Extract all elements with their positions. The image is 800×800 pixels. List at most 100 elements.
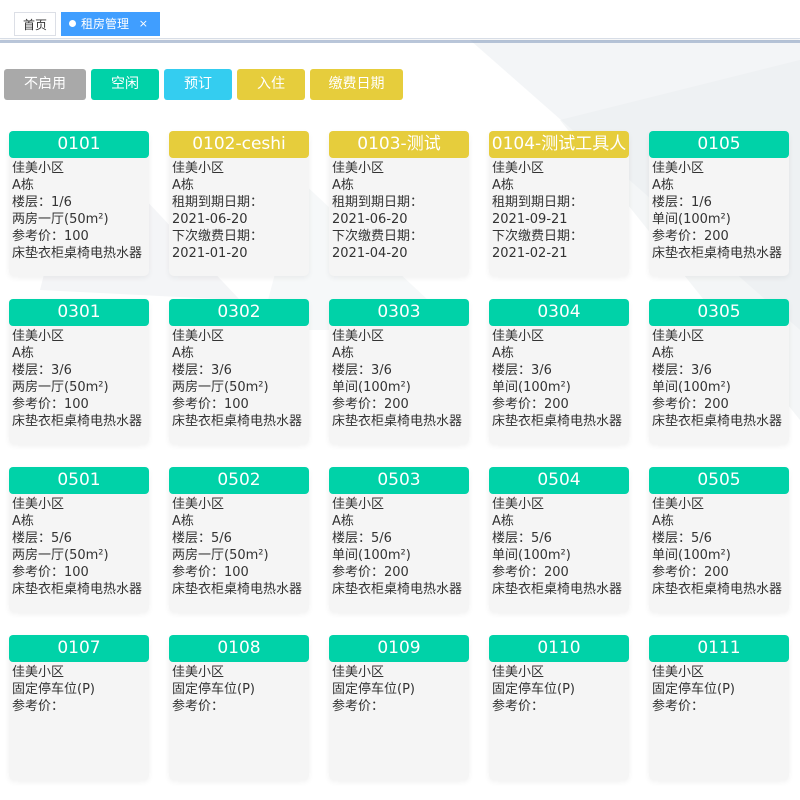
room-card-detail-line: 楼层：5/6 — [172, 531, 232, 546]
room-card-detail-line: 参考价： — [492, 699, 545, 714]
room-card[interactable]: 0502 佳美小区 A栋 楼层：5/6 两房一厅(50m²) 参考价：100 床垫衣柜桌椅电… — [169, 467, 309, 612]
room-card-detail-line: 床垫衣柜桌椅电热水器 — [12, 582, 143, 597]
room-card[interactable]: 0503 佳美小区 A栋 楼层：5/6 单间(100m²) 参考价：200 床垫衣柜桌椅电热… — [329, 467, 469, 612]
room-card-title[interactable]: 0110 — [489, 635, 629, 662]
room-card-detail-line: A栋 — [172, 346, 194, 361]
room-card-detail-line: 佳美小区 — [332, 497, 385, 512]
room-card-details: 佳美小区 固定停车位(P) 参考价： — [12, 664, 192, 715]
room-card-title[interactable]: 0101 — [9, 131, 149, 158]
room-card-detail-line: 佳美小区 — [172, 329, 225, 344]
room-card-detail-line: 床垫衣柜桌椅电热水器 — [172, 414, 303, 429]
close-icon[interactable]: × — [139, 12, 148, 36]
room-card-details: 佳美小区 A栋 楼层：1/6 两房一厅(50m²) 参考价：100 床垫衣柜桌椅电热水器 — [12, 160, 192, 262]
room-card-title[interactable]: 0305 — [649, 299, 789, 326]
room-card-title[interactable]: 0304 — [489, 299, 629, 326]
room-card-title[interactable]: 0301 — [9, 299, 149, 326]
room-card[interactable]: 0303 佳美小区 A栋 楼层：3/6 单间(100m²) 参考价：200 床垫衣柜桌椅电热… — [329, 299, 469, 444]
room-card-detail-line: 床垫衣柜桌椅电热水器 — [332, 414, 463, 429]
room-card-detail-line: 2021-06-20 — [172, 212, 248, 227]
room-card-detail-line: 2021-01-20 — [172, 246, 248, 261]
room-card-detail-line: 佳美小区 — [12, 329, 65, 344]
room-card-detail-line: A栋 — [332, 514, 354, 529]
room-card-detail-line: 床垫衣柜桌椅电热水器 — [652, 246, 783, 261]
room-card-details: 佳美小区 固定停车位(P) 参考价： — [652, 664, 800, 715]
room-card-detail-line: A栋 — [652, 346, 674, 361]
room-card-title[interactable]: 0504 — [489, 467, 629, 494]
room-card-detail-line: 床垫衣柜桌椅电热水器 — [652, 582, 783, 597]
room-card-details: 佳美小区 A栋 楼层：3/6 两房一厅(50m²) 参考价：100 床垫衣柜桌椅电热水器 — [172, 328, 352, 430]
room-card-title[interactable]: 0505 — [649, 467, 789, 494]
room-card-details: 佳美小区 A栋 楼层：3/6 单间(100m²) 参考价：200 床垫衣柜桌椅电热水器 — [332, 328, 512, 430]
tab-home[interactable]: 首页 — [14, 12, 56, 36]
room-card-details: 佳美小区 A栋 楼层：1/6 单间(100m²) 参考价：200 床垫衣柜桌椅电热水器 — [652, 160, 800, 262]
room-card[interactable]: 0107 佳美小区 固定停车位(P) 参考价： — [9, 635, 149, 780]
room-card-detail-line: 佳美小区 — [652, 497, 705, 512]
room-card-title[interactable]: 0104-测试工具人 — [489, 131, 629, 158]
room-card-title[interactable]: 0111 — [649, 635, 789, 662]
room-card-detail-line: 下次缴费日期： — [172, 229, 264, 244]
room-card[interactable]: 0105 佳美小区 A栋 楼层：1/6 单间(100m²) 参考价：200 床垫衣柜桌椅电热… — [649, 131, 789, 276]
room-card[interactable]: 0304 佳美小区 A栋 楼层：3/6 单间(100m²) 参考价：200 床垫衣柜桌椅电热… — [489, 299, 629, 444]
filter-disabled-button[interactable]: 不启用 — [4, 69, 86, 100]
room-card-title[interactable]: 0108 — [169, 635, 309, 662]
room-card-detail-line: 租期到期日期： — [492, 195, 584, 210]
room-card-details: 佳美小区 A栋 楼层：5/6 两房一厅(50m²) 参考价：100 床垫衣柜桌椅电热水器 — [12, 496, 192, 598]
filter-occupied-button[interactable]: 入住 — [237, 69, 305, 100]
room-card[interactable]: 0104-测试工具人 佳美小区 A栋 租期到期日期： 2021-09-21 下次缴费日期：… — [489, 131, 629, 276]
room-card-detail-line: 佳美小区 — [12, 665, 65, 680]
room-card-detail-line: 佳美小区 — [332, 665, 385, 680]
room-card-detail-line: 两房一厅(50m²) — [172, 380, 269, 395]
room-card[interactable]: 0302 佳美小区 A栋 楼层：3/6 两房一厅(50m²) 参考价：100 床垫衣柜桌椅电… — [169, 299, 309, 444]
room-card-title[interactable]: 0302 — [169, 299, 309, 326]
filter-reserved-button[interactable]: 预订 — [164, 69, 232, 100]
room-card-detail-line: 佳美小区 — [12, 161, 65, 176]
filter-vacant-button[interactable]: 空闲 — [91, 69, 159, 100]
room-card[interactable]: 0111 佳美小区 固定停车位(P) 参考价： — [649, 635, 789, 780]
room-card-title[interactable]: 0103-测试 — [329, 131, 469, 158]
room-card[interactable]: 0305 佳美小区 A栋 楼层：3/6 单间(100m²) 参考价：200 床垫衣柜桌椅电热… — [649, 299, 789, 444]
room-card-details: 佳美小区 A栋 楼层：3/6 两房一厅(50m²) 参考价：100 床垫衣柜桌椅电热水器 — [12, 328, 192, 430]
room-card[interactable]: 0505 佳美小区 A栋 楼层：5/6 单间(100m²) 参考价：200 床垫衣柜桌椅电热… — [649, 467, 789, 612]
room-card-details: 佳美小区 固定停车位(P) 参考价： — [172, 664, 352, 715]
room-card[interactable]: 0110 佳美小区 固定停车位(P) 参考价： — [489, 635, 629, 780]
filter-payment-date-button[interactable]: 缴费日期 — [310, 69, 403, 100]
room-card-title[interactable]: 0502 — [169, 467, 309, 494]
room-card-detail-line: 单间(100m²) — [652, 548, 731, 563]
room-card[interactable]: 0504 佳美小区 A栋 楼层：5/6 单间(100m²) 参考价：200 床垫衣柜桌椅电热… — [489, 467, 629, 612]
room-card-detail-line: 佳美小区 — [172, 497, 225, 512]
room-card[interactable]: 0108 佳美小区 固定停车位(P) 参考价： — [169, 635, 309, 780]
room-card-title[interactable]: 0109 — [329, 635, 469, 662]
room-card-detail-line: A栋 — [12, 346, 34, 361]
room-card-detail-line: 单间(100m²) — [652, 212, 731, 227]
room-card[interactable]: 0109 佳美小区 固定停车位(P) 参考价： — [329, 635, 469, 780]
room-card-detail-line: 床垫衣柜桌椅电热水器 — [12, 414, 143, 429]
room-card-title[interactable]: 0107 — [9, 635, 149, 662]
room-card-title[interactable]: 0102-ceshi — [169, 131, 309, 158]
room-card[interactable]: 0103-测试 佳美小区 A栋 租期到期日期： 2021-06-20 下次缴费日期： 202… — [329, 131, 469, 276]
room-card-detail-line: 租期到期日期： — [172, 195, 264, 210]
room-card-detail-line: 下次缴费日期： — [332, 229, 424, 244]
room-card[interactable]: 0101 佳美小区 A栋 楼层：1/6 两房一厅(50m²) 参考价：100 床垫衣柜桌椅电… — [9, 131, 149, 276]
room-card-detail-line: A栋 — [652, 178, 674, 193]
room-card[interactable]: 0301 佳美小区 A栋 楼层：3/6 两房一厅(50m²) 参考价：100 床垫衣柜桌椅电… — [9, 299, 149, 444]
room-card-title[interactable]: 0501 — [9, 467, 149, 494]
room-card-detail-line: 佳美小区 — [652, 329, 705, 344]
room-card-detail-line: 参考价： — [172, 699, 225, 714]
room-card-detail-line: 固定停车位(P) — [492, 682, 575, 697]
room-card-detail-line: 楼层：1/6 — [652, 195, 712, 210]
room-card-title[interactable]: 0105 — [649, 131, 789, 158]
room-card-detail-line: 参考价： — [12, 699, 65, 714]
room-card-details: 佳美小区 A栋 楼层：5/6 单间(100m²) 参考价：200 床垫衣柜桌椅电热水器 — [492, 496, 672, 598]
room-card-detail-line: 租期到期日期： — [332, 195, 424, 210]
room-card-detail-line: 参考价：200 — [492, 565, 569, 580]
room-card-detail-line: 佳美小区 — [172, 665, 225, 680]
room-card-title[interactable]: 0503 — [329, 467, 469, 494]
room-card[interactable]: 0501 佳美小区 A栋 楼层：5/6 两房一厅(50m²) 参考价：100 床垫衣柜桌椅电… — [9, 467, 149, 612]
room-card-detail-line: A栋 — [492, 514, 514, 529]
room-card-detail-line: 固定停车位(P) — [652, 682, 735, 697]
room-card[interactable]: 0102-ceshi 佳美小区 A栋 租期到期日期： 2021-06-20 下次缴费日期：… — [169, 131, 309, 276]
room-card-title[interactable]: 0303 — [329, 299, 469, 326]
tab-rental-management[interactable]: 租房管理 × — [61, 12, 160, 36]
room-card-details: 佳美小区 A栋 楼层：3/6 单间(100m²) 参考价：200 床垫衣柜桌椅电热水器 — [492, 328, 672, 430]
room-card-detail-line: A栋 — [172, 178, 194, 193]
